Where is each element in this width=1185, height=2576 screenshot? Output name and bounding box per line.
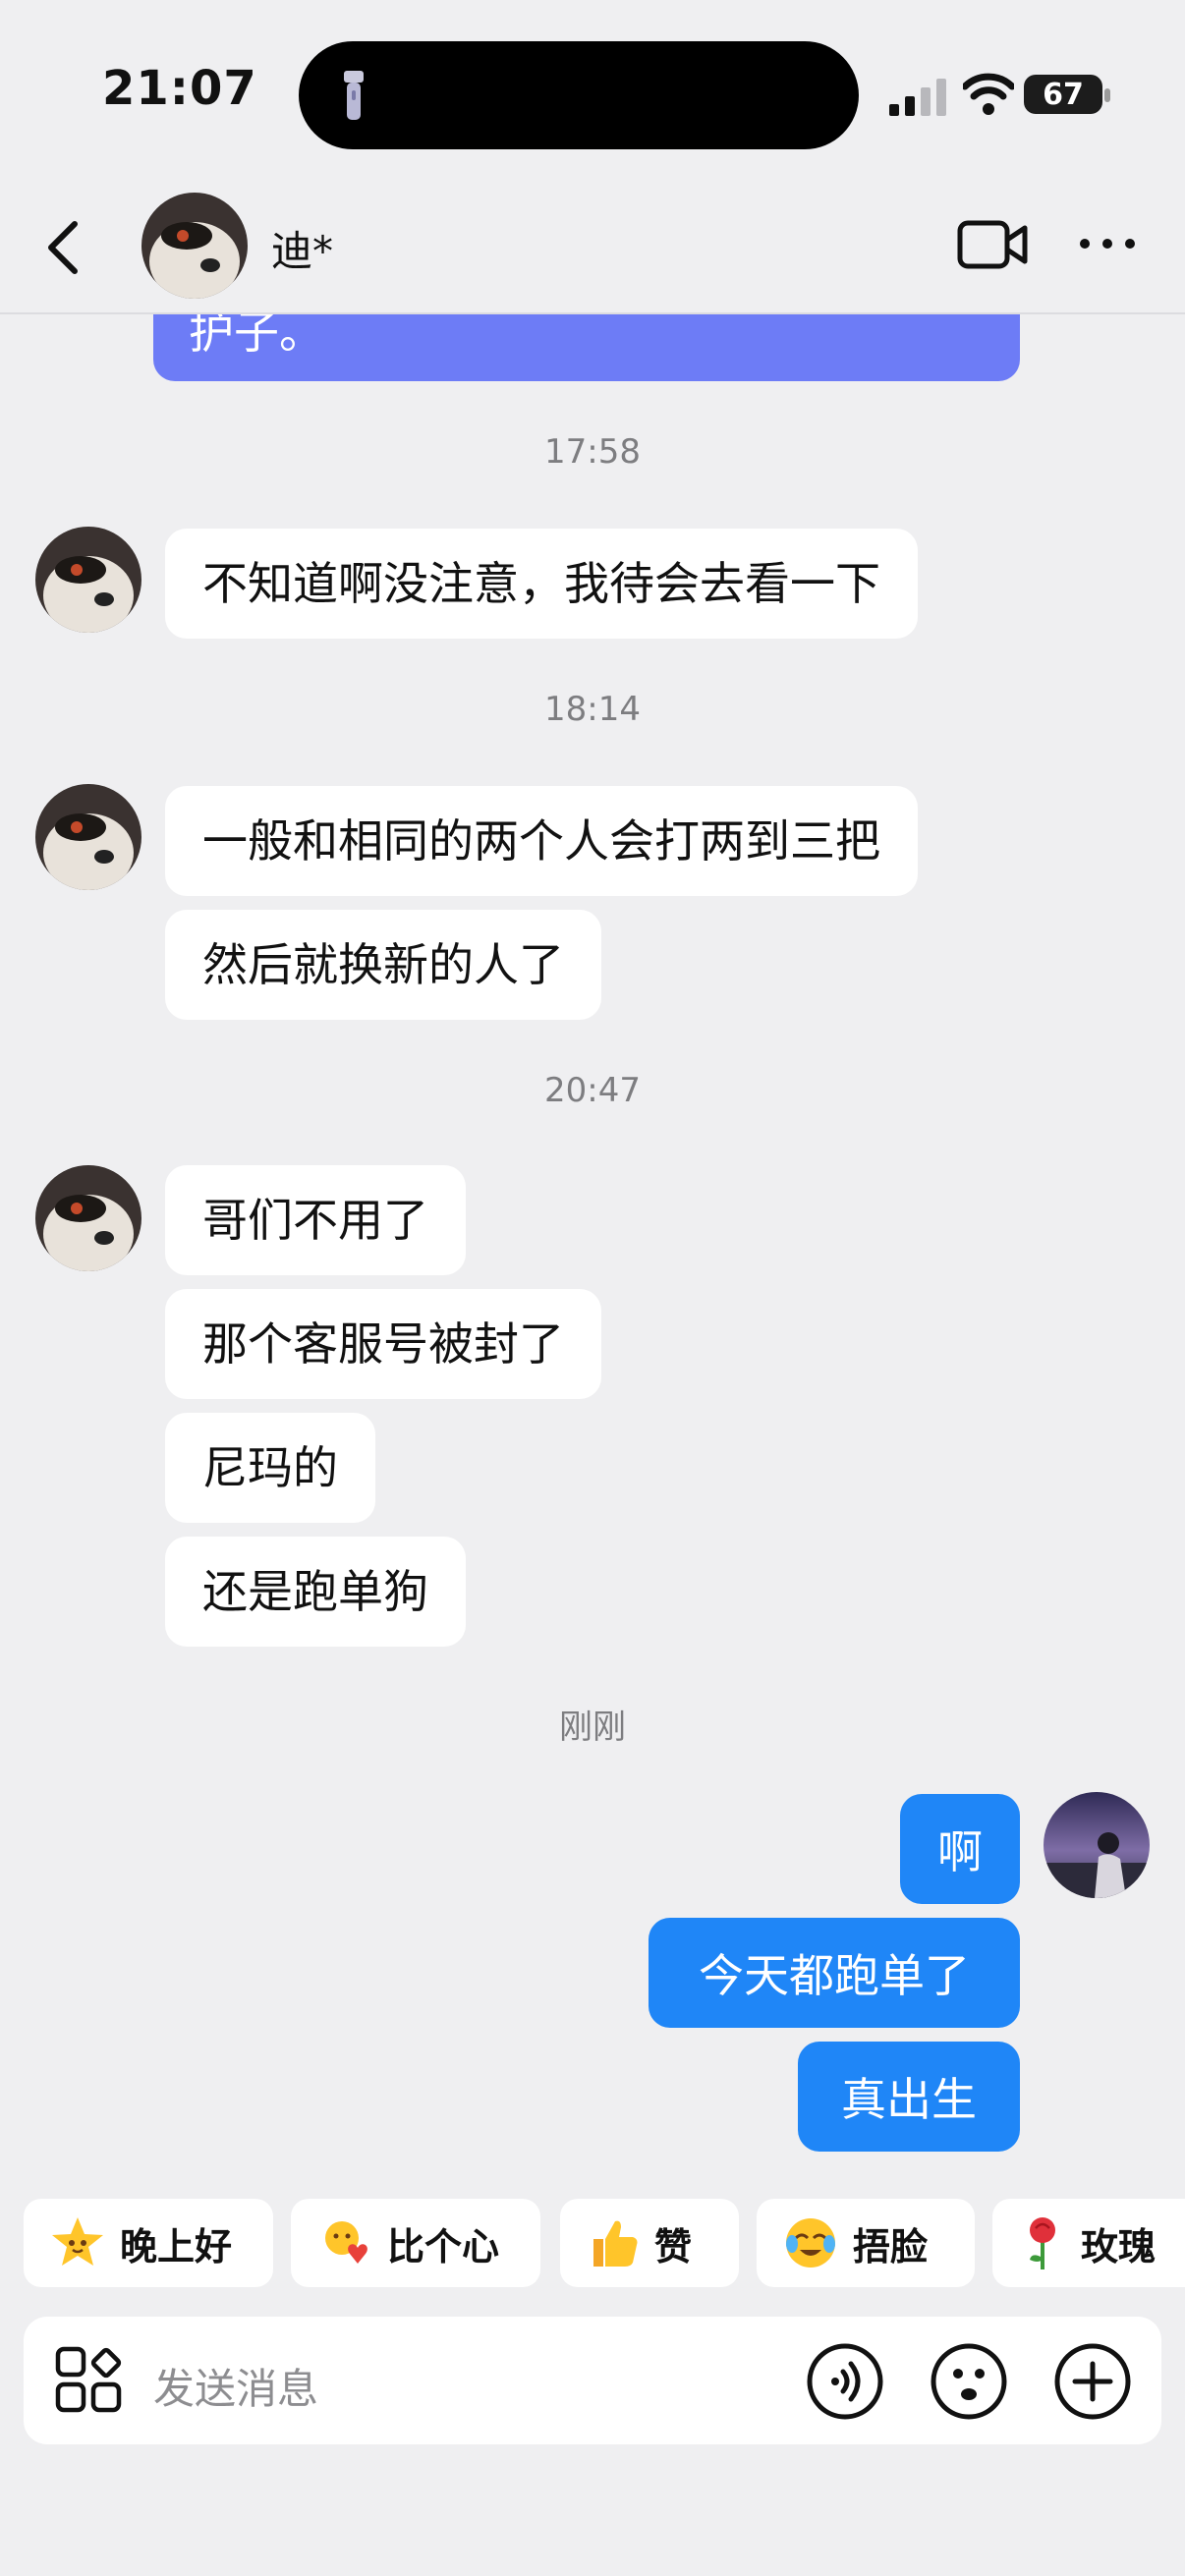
- battery-icon: 67: [1024, 75, 1102, 114]
- quick-reply-facepalm[interactable]: 捂脸: [757, 2199, 975, 2287]
- contact-avatar-small[interactable]: [35, 784, 141, 890]
- battery-tip: [1104, 88, 1110, 102]
- rose-icon: [1030, 2217, 1055, 2269]
- timestamp: 刚刚: [559, 1708, 626, 1747]
- incoming-message[interactable]: 还是跑单狗: [165, 1537, 466, 1647]
- my-avatar[interactable]: [1044, 1792, 1150, 1898]
- heart-hands-icon: [325, 2221, 367, 2264]
- plus-icon[interactable]: [1053, 2342, 1132, 2421]
- more-icon[interactable]: [1077, 234, 1138, 253]
- timestamp: 20:47: [544, 1071, 641, 1110]
- quick-reply-label: 捂脸: [853, 2224, 929, 2268]
- quick-reply-like[interactable]: 赞: [560, 2199, 739, 2287]
- message-input[interactable]: 发送消息: [153, 2356, 318, 2416]
- quick-reply-good-evening[interactable]: 晚上好: [24, 2199, 273, 2287]
- facepalm-icon: [786, 2218, 835, 2268]
- outgoing-message[interactable]: 啊: [900, 1794, 1020, 1904]
- quick-reply-rose[interactable]: 玫瑰: [992, 2199, 1185, 2287]
- incoming-message[interactable]: 然后就换新的人了: [165, 910, 601, 1020]
- wifi-icon: [963, 73, 1014, 115]
- signal-icon: [889, 79, 946, 116]
- quick-reply-label: 晚上好: [120, 2224, 233, 2268]
- outgoing-message[interactable]: 真出生: [798, 2042, 1020, 2152]
- flashlight-icon: [344, 71, 364, 120]
- contact-avatar-small[interactable]: [35, 527, 141, 633]
- incoming-message[interactable]: 尼玛的: [165, 1413, 375, 1523]
- contact-avatar-small[interactable]: [35, 1165, 141, 1271]
- incoming-message[interactable]: 那个客服号被封了: [165, 1289, 601, 1399]
- quick-reply-heart[interactable]: 比个心: [291, 2199, 540, 2287]
- incoming-message[interactable]: 一般和相同的两个人会打两到三把: [165, 786, 918, 896]
- incoming-message[interactable]: 不知道啊没注意，我待会去看一下: [165, 529, 918, 639]
- outgoing-message[interactable]: 今天都跑单了: [649, 1918, 1020, 2028]
- emoji-icon[interactable]: [930, 2342, 1008, 2421]
- apps-icon[interactable]: [55, 2346, 122, 2413]
- contact-avatar[interactable]: [141, 193, 248, 299]
- video-call-icon[interactable]: [957, 218, 1028, 271]
- timestamp: 17:58: [544, 432, 641, 472]
- incoming-message[interactable]: 哥们不用了: [165, 1165, 466, 1275]
- thumbs-up-icon: [593, 2220, 638, 2267]
- battery-level: 67: [1043, 77, 1084, 112]
- quick-reply-label: 玫瑰: [1081, 2224, 1157, 2268]
- star-face-icon: [52, 2217, 103, 2266]
- voice-icon[interactable]: [806, 2342, 884, 2421]
- back-icon[interactable]: [43, 218, 83, 277]
- status-time: 21:07: [102, 61, 257, 116]
- quick-reply-label: 比个心: [387, 2224, 500, 2268]
- contact-name[interactable]: 迪*: [271, 218, 333, 278]
- dynamic-island: [299, 41, 859, 149]
- quick-reply-label: 赞: [654, 2224, 693, 2268]
- timestamp: 18:14: [544, 690, 641, 729]
